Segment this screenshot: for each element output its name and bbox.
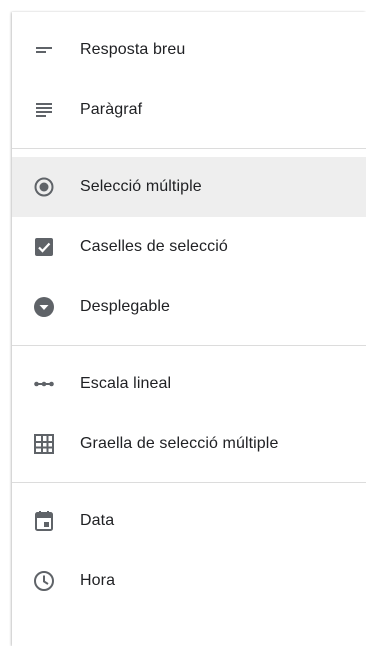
- menu-item-linear-scale[interactable]: Escala lineal: [12, 354, 366, 414]
- checkbox-icon: [32, 235, 56, 259]
- menu-item-label: Desplegable: [80, 298, 171, 315]
- clock-icon: [32, 569, 56, 593]
- calendar-icon: [32, 509, 56, 533]
- menu-item-multiple-choice-grid[interactable]: Graella de selecció múltiple: [12, 414, 366, 474]
- menu-item-label: Resposta breu: [80, 41, 186, 58]
- menu-item-label: Hora: [80, 572, 116, 589]
- menu-item-multiple-choice[interactable]: Selecció múltiple: [12, 157, 366, 217]
- menu-item-short-answer[interactable]: Resposta breu: [12, 20, 366, 80]
- radio-button-icon: [32, 175, 56, 199]
- menu-item-time[interactable]: Hora: [12, 551, 366, 611]
- menu-group-choice: Selecció múltiple Caselles de selecció D…: [12, 149, 366, 346]
- menu-item-label: Graella de selecció múltiple: [80, 435, 279, 452]
- menu-group-scale: Escala lineal Graella de selecció múltip…: [12, 346, 366, 483]
- linear-scale-icon: [32, 372, 56, 396]
- menu-group-text: Resposta breu Paràgraf: [12, 12, 366, 149]
- short-answer-icon: [32, 38, 56, 62]
- menu-item-dropdown[interactable]: Desplegable: [12, 277, 366, 337]
- grid-icon: [32, 432, 56, 456]
- paragraph-icon: [32, 98, 56, 122]
- menu-item-label: Selecció múltiple: [80, 178, 202, 195]
- menu-group-datetime: Data Hora: [12, 483, 366, 619]
- menu-item-label: Paràgraf: [80, 101, 143, 118]
- menu-item-label: Data: [80, 512, 115, 529]
- menu-item-label: Caselles de selecció: [80, 238, 228, 255]
- dropdown-icon: [32, 295, 56, 319]
- menu-item-date[interactable]: Data: [12, 491, 366, 551]
- menu-item-label: Escala lineal: [80, 375, 172, 392]
- menu-item-paragraph[interactable]: Paràgraf: [12, 80, 366, 140]
- menu-item-checkboxes[interactable]: Caselles de selecció: [12, 217, 366, 277]
- page: Resposta breu Paràgraf Selecció múltiple…: [0, 0, 366, 646]
- question-type-menu: Resposta breu Paràgraf Selecció múltiple…: [12, 12, 366, 646]
